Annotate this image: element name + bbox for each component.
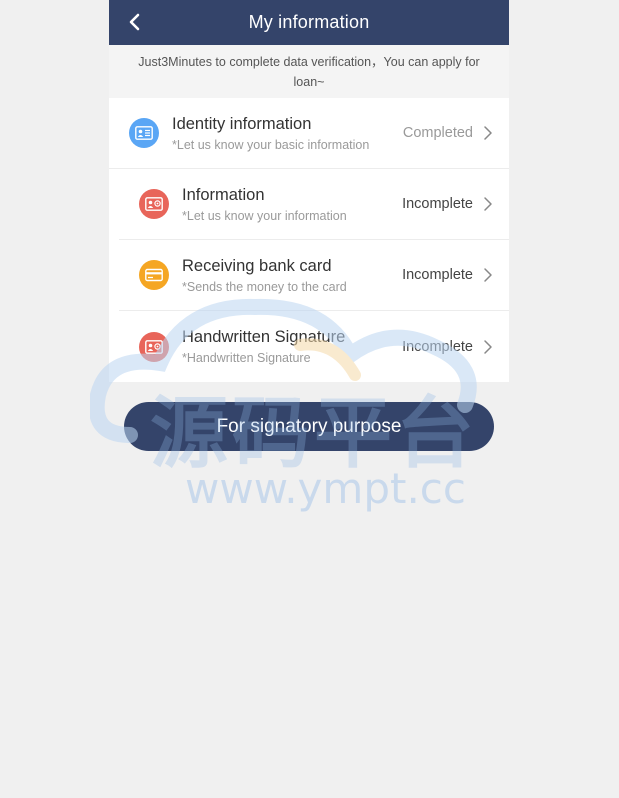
status-label: Incomplete [402,196,473,212]
item-title: Handwritten Signature [182,328,346,346]
verification-notice: Just3Minutes to complete data verificati… [109,45,509,98]
id-card-icon [129,118,159,148]
signature-card-icon [139,331,169,362]
chevron-right-icon [483,196,495,212]
chevron-right-icon [483,125,495,141]
status-label: Completed [402,125,473,141]
item-subtitle: *Let us know your basic information [172,137,370,152]
app-screen: My information Just3Minutes to complete … [109,0,509,798]
chevron-left-icon [129,13,140,31]
item-title: Receiving bank card [182,256,332,275]
info-list: Identity information *Let us know your b… [109,98,509,382]
nav-header: My information [109,0,509,45]
list-item-information[interactable]: Information *Let us know your informatio… [119,169,509,240]
status-label: Incomplete [402,338,473,355]
item-title: Information [182,185,265,204]
item-subtitle: *Handwritten Signature [182,351,311,365]
item-subtitle: *Sends the money to the card [182,279,347,294]
list-item-signature[interactable]: Handwritten Signature *Handwritten Signa… [119,311,509,382]
chevron-right-icon [483,339,495,355]
list-item-bank-card[interactable]: Receiving bank card *Sends the money to … [119,240,509,311]
signatory-button[interactable]: For signatory purpose [124,402,494,451]
item-title: Identity information [172,114,312,133]
contact-card-icon [139,189,169,219]
list-item-identity[interactable]: Identity information *Let us know your b… [109,98,509,169]
page-title: My information [248,12,370,32]
item-subtitle: *Let us know your information [182,208,347,223]
bank-card-icon [139,260,169,290]
back-button[interactable] [123,10,147,34]
status-label: Incomplete [402,267,473,283]
chevron-right-icon [483,267,495,283]
